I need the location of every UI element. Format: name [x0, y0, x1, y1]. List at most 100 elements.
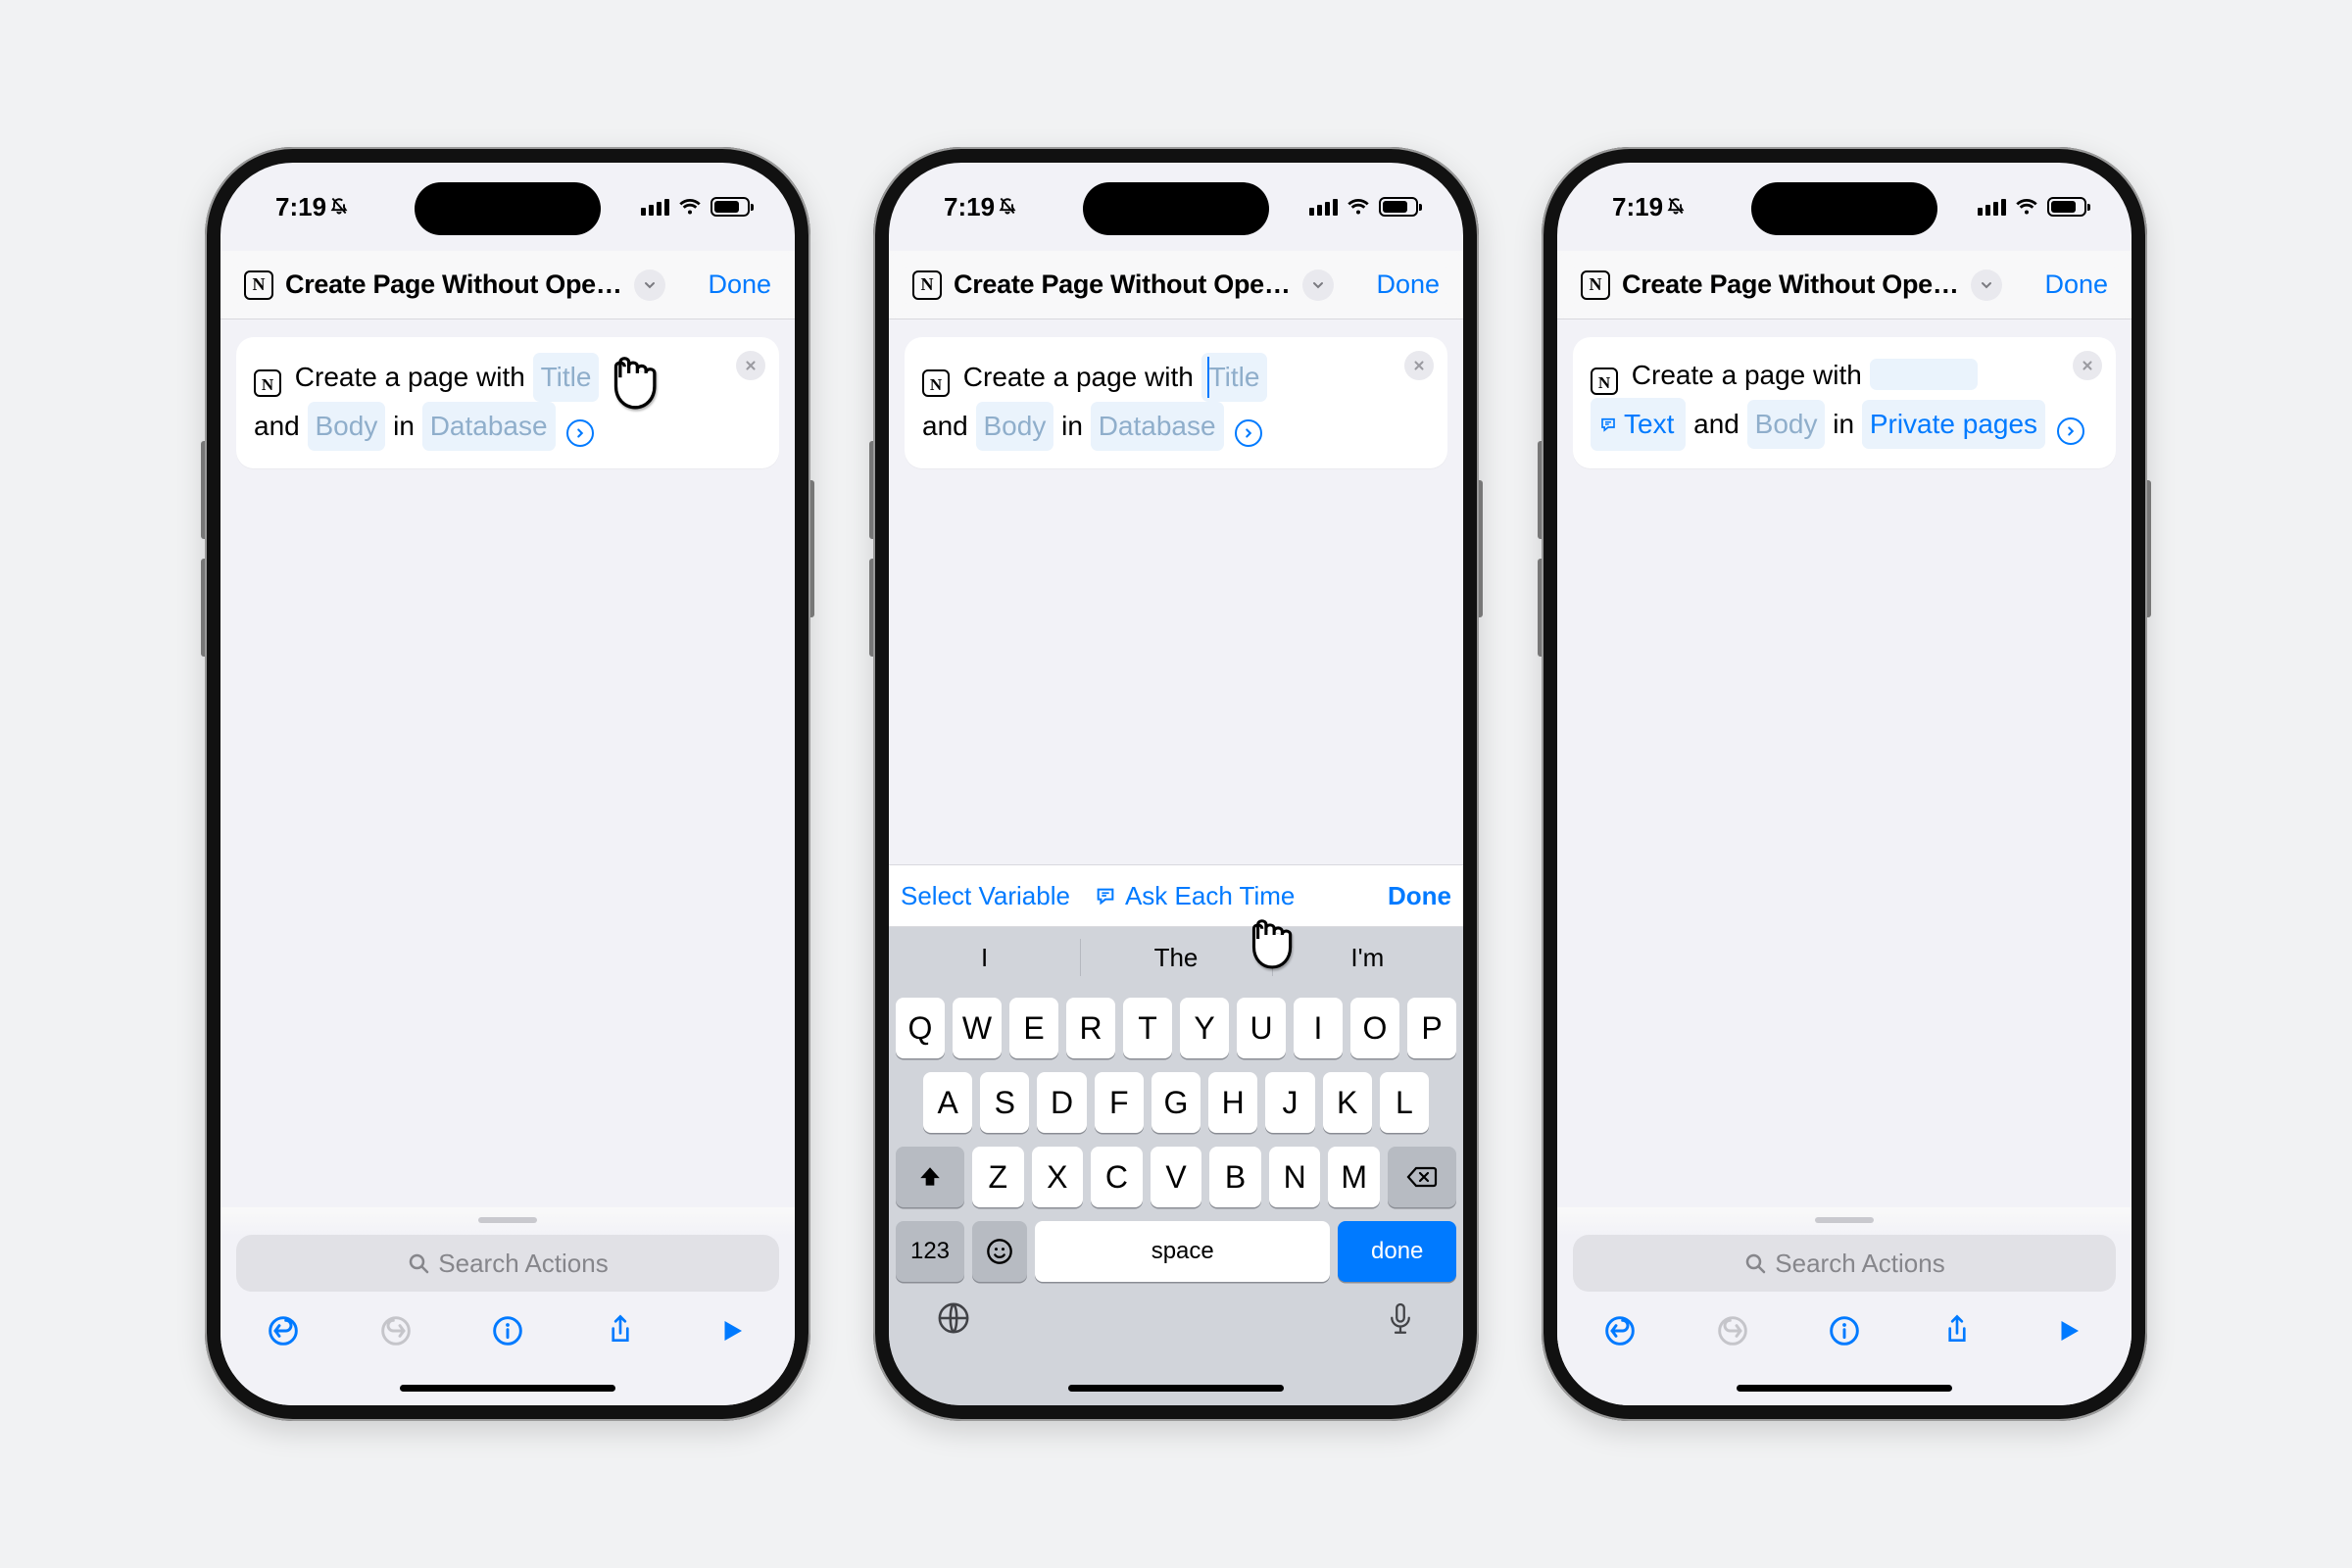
key-x[interactable]: X [1032, 1147, 1084, 1207]
share-button[interactable] [599, 1313, 642, 1348]
ask-each-time-button[interactable]: Ask Each Time [1094, 881, 1295, 911]
key-o[interactable]: O [1350, 998, 1399, 1058]
cellular-icon [1978, 199, 2006, 216]
title-chevron[interactable] [634, 270, 665, 301]
accessory-done-button[interactable]: Done [1388, 881, 1451, 911]
select-variable-button[interactable]: Select Variable [901, 881, 1070, 911]
done-button[interactable]: Done [1376, 270, 1440, 300]
key-k[interactable]: K [1323, 1072, 1372, 1133]
key-p[interactable]: P [1407, 998, 1456, 1058]
title-chevron[interactable] [1971, 270, 2002, 301]
key-m[interactable]: M [1328, 1147, 1380, 1207]
body-token[interactable]: Body [1747, 400, 1826, 449]
pred-1[interactable]: I [889, 927, 1080, 988]
home-indicator [1737, 1385, 1952, 1392]
database-token[interactable]: Database [422, 402, 556, 451]
key-f[interactable]: F [1095, 1072, 1144, 1133]
status-time: 7:19 [275, 192, 349, 222]
clear-action-icon[interactable] [2073, 351, 2102, 380]
status-time: 7:19 [944, 192, 1017, 222]
database-token[interactable]: Database [1091, 402, 1224, 451]
share-button[interactable] [1936, 1313, 1979, 1348]
key-l[interactable]: L [1380, 1072, 1429, 1133]
silent-icon [1666, 196, 1686, 216]
expand-arrow-icon[interactable] [566, 419, 594, 447]
globe-key[interactable] [937, 1301, 970, 1337]
key-j[interactable]: J [1265, 1072, 1314, 1133]
card-lead-text: Create a page with [963, 362, 1194, 392]
nav-bar: N Create Page Without Ope… Done [889, 251, 1463, 319]
redo-button [1711, 1313, 1754, 1348]
run-button[interactable] [2047, 1313, 2090, 1348]
shift-key[interactable] [896, 1147, 964, 1207]
key-v[interactable]: V [1151, 1147, 1202, 1207]
key-e[interactable]: E [1009, 998, 1058, 1058]
mic-key[interactable] [1386, 1301, 1415, 1337]
clear-action-icon[interactable] [1404, 351, 1434, 380]
key-z[interactable]: Z [972, 1147, 1024, 1207]
pred-2[interactable]: The [1080, 927, 1271, 988]
kb-done-key[interactable]: done [1338, 1221, 1456, 1282]
pred-3[interactable]: I'm [1272, 927, 1463, 988]
home-indicator [400, 1385, 615, 1392]
title-chevron[interactable] [1302, 270, 1334, 301]
num-key[interactable]: 123 [896, 1221, 964, 1282]
key-b[interactable]: B [1209, 1147, 1261, 1207]
title-input-token[interactable]: Title [1201, 353, 1268, 402]
predictive-bar: I The I'm [889, 927, 1463, 988]
action-card[interactable]: N Create a page with Title and Body in D… [236, 337, 779, 468]
done-button[interactable]: Done [2044, 270, 2108, 300]
body-token[interactable]: Body [308, 402, 386, 451]
private-pages-token[interactable]: Private pages [1862, 400, 2045, 449]
key-i[interactable]: I [1294, 998, 1343, 1058]
status-time: 7:19 [1612, 192, 1686, 222]
text-variable-token[interactable]: Text [1591, 398, 1686, 451]
content-area: N Create a page with Title and Body in D… [889, 319, 1463, 864]
key-a[interactable]: A [923, 1072, 972, 1133]
redo-button [374, 1313, 417, 1348]
space-key[interactable]: space [1035, 1221, 1330, 1282]
card-in: in [1061, 411, 1083, 441]
run-button[interactable] [710, 1313, 754, 1348]
key-y[interactable]: Y [1180, 998, 1229, 1058]
search-actions-field[interactable]: Search Actions [236, 1235, 779, 1292]
key-s[interactable]: S [980, 1072, 1029, 1133]
body-token[interactable]: Body [976, 402, 1054, 451]
key-w[interactable]: W [953, 998, 1002, 1058]
cellular-icon [1309, 199, 1338, 216]
home-indicator [1068, 1385, 1284, 1392]
key-t[interactable]: T [1123, 998, 1172, 1058]
info-button[interactable] [486, 1313, 529, 1348]
key-u[interactable]: U [1237, 998, 1286, 1058]
key-c[interactable]: C [1091, 1147, 1143, 1207]
info-button[interactable] [1823, 1313, 1866, 1348]
done-button[interactable]: Done [708, 270, 771, 300]
dynamic-island [1751, 182, 1937, 235]
key-r[interactable]: R [1066, 998, 1115, 1058]
action-card[interactable]: N Create a page with Text and Body in Pr… [1573, 337, 2116, 468]
expand-arrow-icon[interactable] [2057, 417, 2084, 445]
key-n[interactable]: N [1269, 1147, 1321, 1207]
notion-icon: N [912, 270, 942, 300]
search-actions-field[interactable]: Search Actions [1573, 1235, 2116, 1292]
undo-button[interactable] [1598, 1313, 1642, 1348]
emoji-key[interactable] [972, 1221, 1027, 1282]
title-token[interactable]: Title [533, 353, 600, 402]
action-card[interactable]: N Create a page with Title and Body in D… [905, 337, 1447, 468]
sheet-grabber[interactable] [478, 1217, 537, 1223]
phone-frame-1: 7:19 N Create Page Without Ope… Done N C… [205, 147, 810, 1421]
title-blank-token[interactable] [1870, 359, 1978, 390]
silent-icon [329, 196, 349, 216]
key-d[interactable]: D [1037, 1072, 1086, 1133]
key-q[interactable]: Q [896, 998, 945, 1058]
clear-action-icon[interactable] [736, 351, 765, 380]
delete-key[interactable] [1388, 1147, 1456, 1207]
nav-title: Create Page Without Ope… [285, 270, 622, 300]
sheet-grabber[interactable] [1815, 1217, 1874, 1223]
silent-icon [998, 196, 1017, 216]
undo-button[interactable] [262, 1313, 305, 1348]
expand-arrow-icon[interactable] [1235, 419, 1262, 447]
key-g[interactable]: G [1152, 1072, 1200, 1133]
nav-title: Create Page Without Ope… [954, 270, 1291, 300]
key-h[interactable]: H [1208, 1072, 1257, 1133]
